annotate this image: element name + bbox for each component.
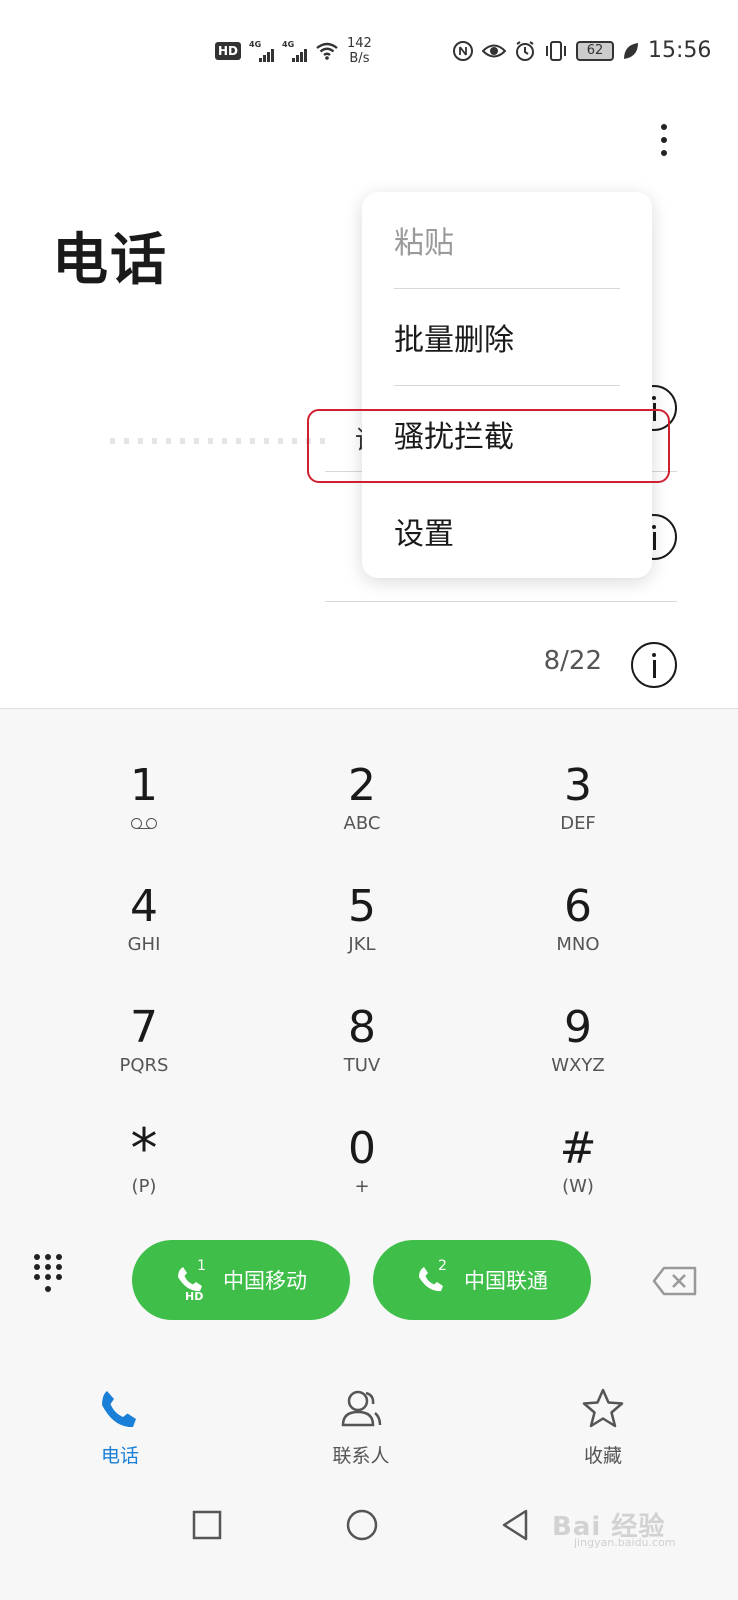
dial-key-1[interactable]: 1 xyxy=(44,760,244,870)
signal-4g-icon: 4G xyxy=(282,40,308,62)
dial-key-5[interactable]: 5 JKL xyxy=(262,881,462,991)
dial-key-hash[interactable]: # (W) xyxy=(478,1123,678,1233)
keypad-toggle-icon[interactable] xyxy=(28,1250,68,1298)
menu-item-paste[interactable]: 粘贴 xyxy=(394,192,620,289)
dial-key-4[interactable]: 4 GHI xyxy=(44,881,244,991)
call-sim1-button[interactable]: 1 HD 中国移动 xyxy=(132,1240,350,1320)
menu-item-batch-delete[interactable]: 批量删除 xyxy=(394,289,620,386)
tab-phone[interactable]: 电话 xyxy=(45,1385,195,1468)
highlight-box xyxy=(307,409,670,483)
dial-key-9[interactable]: 9 WXYZ xyxy=(478,1002,678,1112)
voicemail-icon xyxy=(129,816,159,830)
watermark-logo: Bai 经验 jingyan.baidu.com xyxy=(552,1512,676,1549)
status-bar: HD 4G 4G 142 B/s 62 15:56 xyxy=(0,30,738,76)
menu-item-settings[interactable]: 设置 xyxy=(394,483,620,580)
star-icon xyxy=(582,1388,624,1428)
overflow-menu: 粘贴 批量删除 骚扰拦截 设置 xyxy=(362,192,652,578)
dial-key-8[interactable]: 8 TUV xyxy=(262,1002,462,1112)
wifi-icon xyxy=(316,42,338,60)
call-sim2-button[interactable]: 2 中国联通 xyxy=(373,1240,591,1320)
tab-favorites[interactable]: 收藏 xyxy=(528,1385,678,1468)
eye-comfort-icon xyxy=(482,44,506,57)
blurred-text xyxy=(110,438,330,444)
back-icon[interactable] xyxy=(496,1505,536,1545)
sim1-label: 中国移动 xyxy=(223,1269,307,1293)
nfc-icon xyxy=(453,40,473,61)
dial-key-7[interactable]: 7 PQRS xyxy=(44,1002,244,1112)
dial-key-star[interactable]: * (P) xyxy=(44,1122,244,1233)
phone-icon xyxy=(102,1391,136,1428)
more-vertical-icon[interactable] xyxy=(652,120,676,166)
page-title: 电话 xyxy=(52,228,168,293)
tab-contacts[interactable]: 联系人 xyxy=(286,1385,436,1468)
sim2-label: 中国联通 xyxy=(464,1269,548,1293)
contacts-icon xyxy=(341,1390,382,1427)
home-icon[interactable] xyxy=(342,1505,382,1545)
call-date: 8/22 xyxy=(543,646,602,676)
network-speed: 142 B/s xyxy=(347,36,372,66)
battery-icon: 62 xyxy=(576,40,614,61)
signal-4g-icon: 4G xyxy=(249,40,275,62)
hd-volte-icon: HD xyxy=(215,42,242,60)
recents-icon[interactable] xyxy=(187,1505,227,1545)
vibrate-icon xyxy=(546,40,566,61)
info-icon[interactable] xyxy=(631,642,677,688)
dial-key-3[interactable]: 3 DEF xyxy=(478,760,678,870)
clock: 15:56 xyxy=(648,38,712,63)
alarm-icon xyxy=(516,40,534,61)
leaf-icon xyxy=(624,42,638,59)
dial-key-0[interactable]: 0 + xyxy=(262,1123,462,1233)
call-log-row[interactable]: 8/22 xyxy=(325,602,677,710)
dial-key-2[interactable]: 2 ABC xyxy=(262,760,462,870)
backspace-icon[interactable] xyxy=(652,1266,698,1296)
dial-key-6[interactable]: 6 MNO xyxy=(478,881,678,991)
